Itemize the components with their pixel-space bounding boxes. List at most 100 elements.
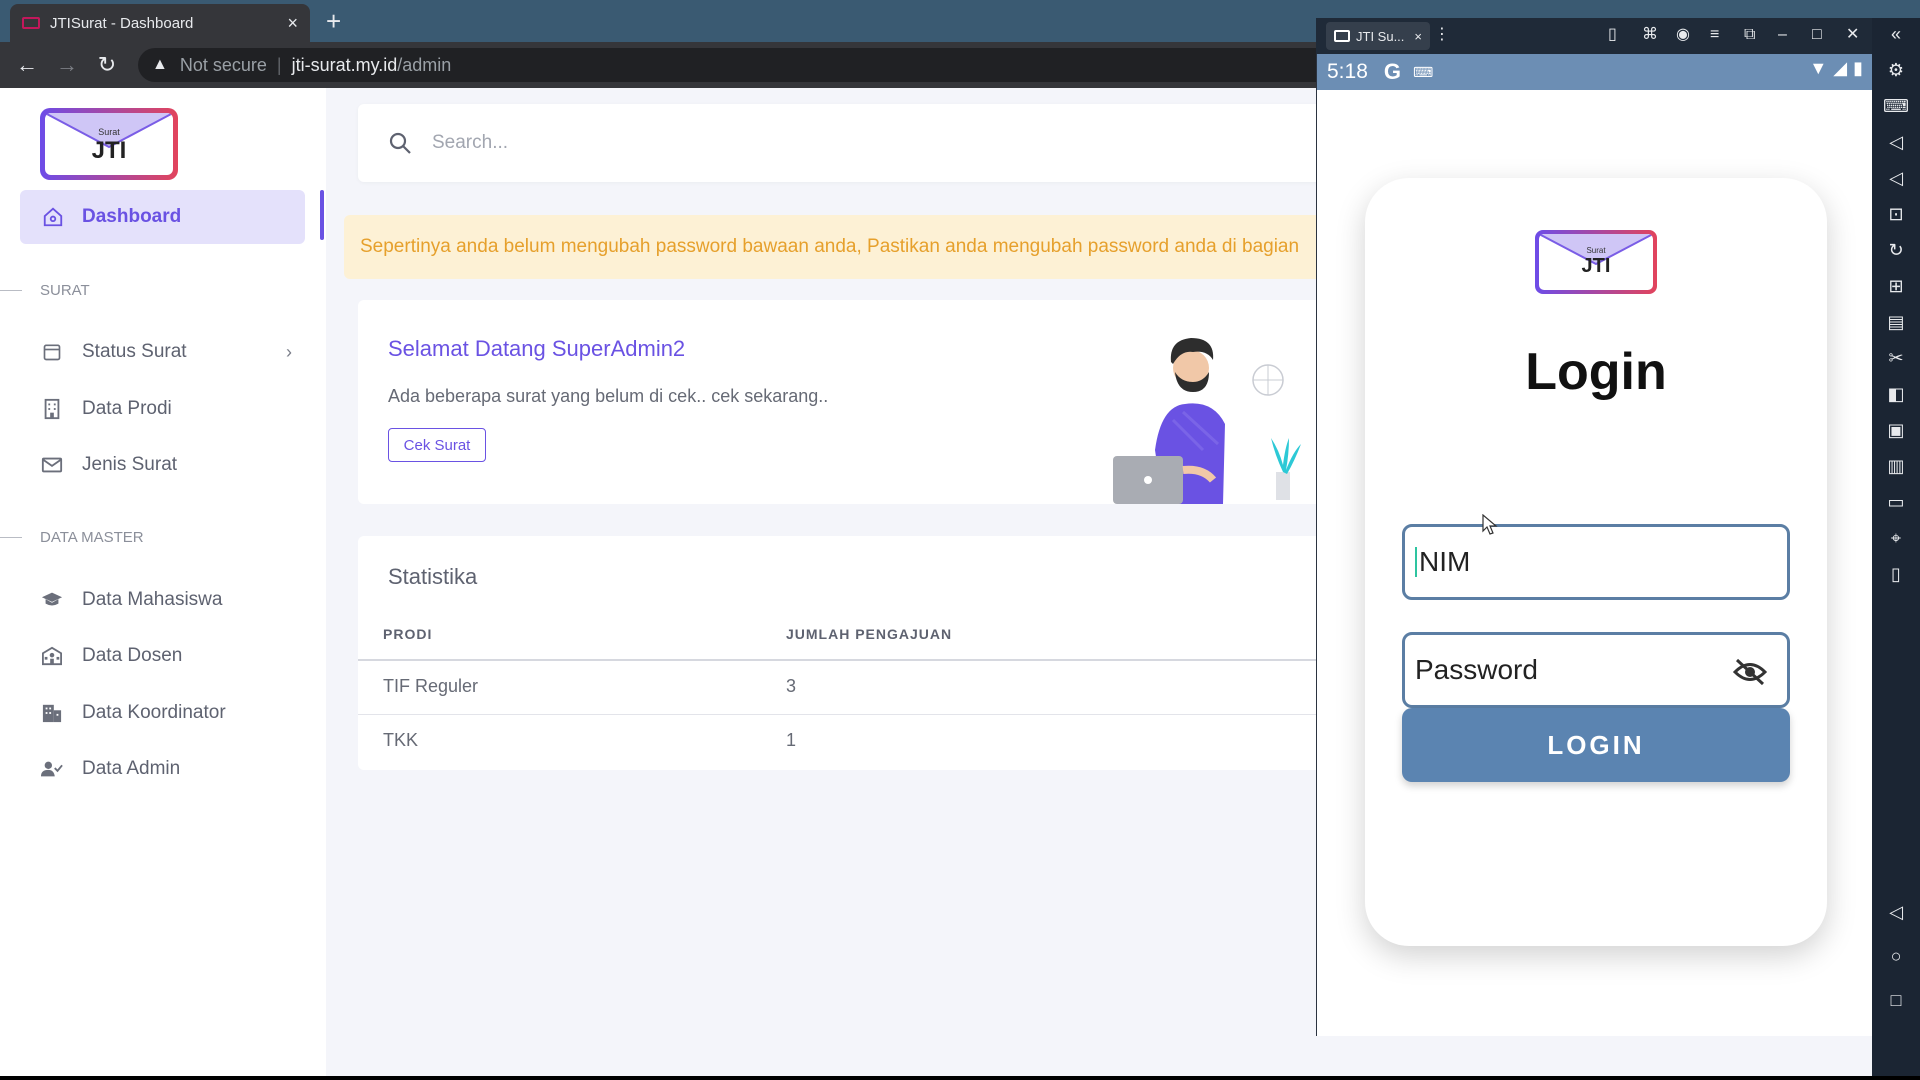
stats-title: Statistika xyxy=(388,564,478,589)
jti-surat-logo[interactable]: Surat JTI xyxy=(40,108,178,180)
sidebar-item-dashboard[interactable]: Dashboard xyxy=(20,190,305,244)
home-icon xyxy=(43,207,63,227)
phone-screen: 5:18 G ⌨ ▼ ◢ ▮ Surat JTI Login NIM Passw… xyxy=(1316,54,1872,1036)
table-cell-prodi: TIF Reguler xyxy=(383,676,479,696)
table-cell-jumlah: 1 xyxy=(786,730,797,750)
url-path: /admin xyxy=(397,54,452,75)
section-data-master: DATA MASTER xyxy=(0,529,144,546)
screenshot-icon[interactable]: ⊡ xyxy=(1882,202,1910,226)
sidebar-item-label: Data Admin xyxy=(82,758,181,779)
maximize-icon[interactable]: □ xyxy=(1812,25,1822,45)
sidebar-item-label: Data Mahasiswa xyxy=(82,589,223,610)
table-header-jumlah: JUMLAH PENGAJUAN xyxy=(786,626,953,642)
table-header-divider xyxy=(358,659,1358,661)
google-icon: G xyxy=(1383,59,1401,84)
sidebar-item-data-dosen[interactable]: Data Dosen xyxy=(40,636,310,676)
logo-big-text: JTI xyxy=(91,137,127,164)
logo-small-text: Surat xyxy=(1586,246,1606,255)
kebab-menu-icon[interactable]: ⋮ xyxy=(1434,25,1450,45)
sidebar: Surat JTI Dashboard SURAT Status Surat › xyxy=(0,88,326,1080)
vibrate-icon[interactable]: ▯ xyxy=(1882,562,1910,586)
cek-surat-button[interactable]: Cek Surat xyxy=(388,428,486,462)
menu-icon[interactable]: ≡ xyxy=(1710,25,1719,45)
sidebar-item-data-admin[interactable]: Data Admin xyxy=(40,749,310,789)
record-icon[interactable]: ⊞ xyxy=(1882,274,1910,298)
new-tab-button[interactable]: + xyxy=(326,8,341,34)
app-mail-icon xyxy=(1334,30,1350,42)
android-status-bar: 5:18 G ⌨ ▼ ◢ ▮ xyxy=(1317,54,1872,90)
sidebar-item-data-koordinator[interactable]: Data Koordinator xyxy=(40,693,310,733)
signal-icon: ◢ xyxy=(1833,58,1848,78)
script-icon[interactable]: ▣ xyxy=(1882,418,1910,442)
battery-icon: ▮ xyxy=(1853,58,1863,78)
welcome-card: Selamat Datang SuperAdmin2 Ada beberapa … xyxy=(358,300,1358,504)
account-icon[interactable]: ◉ xyxy=(1676,25,1690,45)
android-back-icon[interactable]: ◁ xyxy=(1882,900,1910,924)
table-row-divider xyxy=(358,714,1358,715)
tab-close-icon[interactable]: × xyxy=(287,13,298,34)
android-home-icon[interactable]: ○ xyxy=(1882,944,1910,968)
user-check-icon xyxy=(40,760,64,778)
favicon-icon xyxy=(22,17,40,29)
search-input[interactable]: Search... xyxy=(432,132,508,154)
warning-triangle-icon: ▲ xyxy=(152,56,168,73)
cut-icon[interactable]: ✂ xyxy=(1882,346,1910,370)
sidebar-item-label: Data Koordinator xyxy=(82,702,226,723)
clock: 5:18 xyxy=(1327,60,1368,83)
text-caret xyxy=(1415,547,1417,577)
welcome-title: Selamat Datang SuperAdmin2 xyxy=(388,336,686,361)
android-recents-icon[interactable]: □ xyxy=(1882,988,1910,1012)
gamepad-icon[interactable]: ⌘ xyxy=(1642,25,1658,45)
sidebar-item-status-surat[interactable]: Status Surat › xyxy=(40,332,310,372)
search-bar[interactable]: Search... xyxy=(358,104,1358,182)
emulator-tab[interactable]: JTI Su... × xyxy=(1326,22,1430,50)
browser-tab[interactable]: JTISurat - Dashboard × xyxy=(10,4,310,42)
reload-icon[interactable]: ↻ xyxy=(94,52,120,78)
password-field[interactable]: Password xyxy=(1402,632,1790,708)
logo-small-text: Surat xyxy=(98,127,120,137)
forward-arrow-icon[interactable]: → xyxy=(54,52,80,78)
nim-field-value: NIM xyxy=(1419,546,1471,577)
eye-off-icon[interactable] xyxy=(1733,657,1767,687)
keyboard-icon[interactable]: ⌨ xyxy=(1882,94,1910,118)
login-card: Surat JTI Login NIM Password LOGIN xyxy=(1365,178,1827,946)
sidebar-item-data-mahasiswa[interactable]: Data Mahasiswa xyxy=(40,580,310,620)
volume-down-icon[interactable]: ◁ xyxy=(1882,166,1910,190)
sidebar-item-label: Status Surat xyxy=(82,341,187,362)
screen-icon[interactable]: ⧉ xyxy=(1744,25,1755,45)
sidebar-item-label: Data Prodi xyxy=(82,398,172,419)
table-cell-prodi: TKK xyxy=(383,730,419,750)
sidebar-item-jenis-surat[interactable]: Jenis Surat xyxy=(40,445,310,485)
calendar-icon xyxy=(40,342,64,362)
rotate-icon[interactable]: ↻ xyxy=(1882,238,1910,262)
folder-icon[interactable]: ▭ xyxy=(1882,490,1910,514)
back-arrow-icon[interactable]: ← xyxy=(14,52,40,78)
sidebar-item-data-prodi[interactable]: Data Prodi xyxy=(40,389,310,429)
emulator-title-bar: JTI Su... × ⋮ xyxy=(1316,18,1872,54)
tab-title: JTISurat - Dashboard xyxy=(50,14,194,32)
multi-instance-icon[interactable]: ◧ xyxy=(1882,382,1910,406)
settings-icon[interactable]: ⚙ xyxy=(1882,58,1910,82)
jti-surat-logo: Surat JTI xyxy=(1535,230,1657,294)
login-button[interactable]: LOGIN xyxy=(1402,708,1790,782)
password-field-placeholder: Password xyxy=(1415,654,1538,685)
wifi-icon: ▼ xyxy=(1809,58,1828,78)
close-window-icon[interactable]: ✕ xyxy=(1846,25,1859,45)
address-separator: | xyxy=(276,54,282,75)
apk-icon[interactable]: ▤ xyxy=(1882,310,1910,334)
screen-bottom-edge xyxy=(0,1076,1920,1080)
emulator-tab-title: JTI Su... xyxy=(1356,28,1405,44)
volume-up-icon[interactable]: ◁ xyxy=(1882,130,1910,154)
minimize-icon[interactable]: – xyxy=(1778,25,1787,45)
building-icon xyxy=(40,398,64,420)
emulator-tab-close-icon[interactable]: × xyxy=(1414,29,1422,44)
phone-icon[interactable]: ▯ xyxy=(1608,25,1617,45)
section-surat: SURAT xyxy=(0,282,90,299)
shake-icon[interactable]: ▥ xyxy=(1882,454,1910,478)
url-host: jti-surat.my.id xyxy=(291,54,398,75)
collapse-icon[interactable]: « xyxy=(1882,22,1910,46)
location-icon[interactable]: ⌖ xyxy=(1882,526,1910,550)
nim-field[interactable]: NIM xyxy=(1402,524,1790,600)
table-cell-jumlah: 3 xyxy=(786,676,797,696)
active-indicator xyxy=(320,190,324,240)
